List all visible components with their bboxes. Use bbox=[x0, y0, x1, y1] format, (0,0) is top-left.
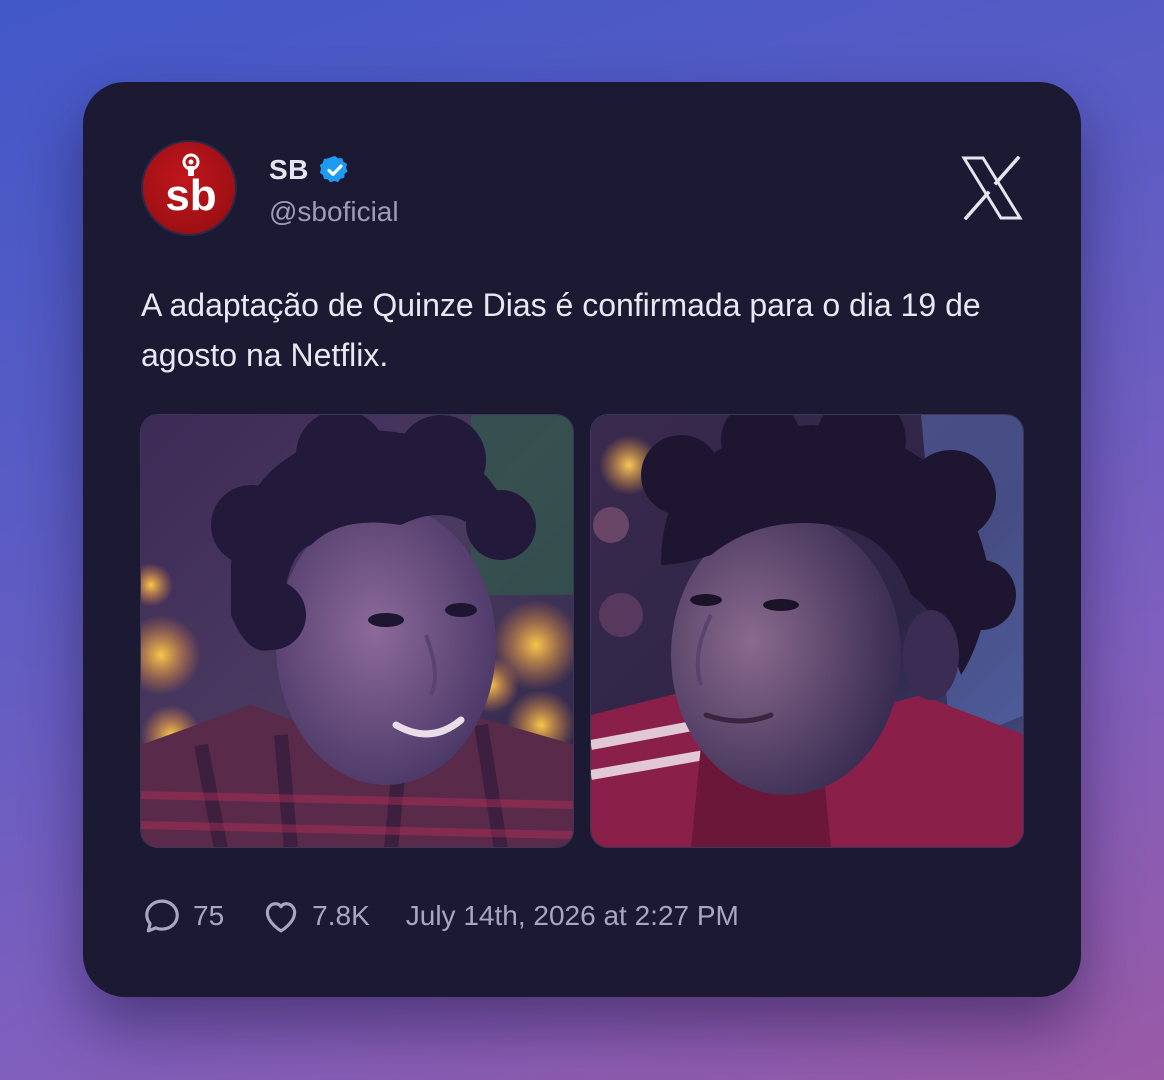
comment-icon bbox=[145, 899, 179, 933]
tweet-timestamp[interactable]: July 14th, 2026 at 2:27 PM bbox=[406, 900, 739, 932]
tweet-footer: 75 7.8K July 14th, 2026 at 2:27 PM bbox=[141, 894, 739, 938]
avatar-text: sb bbox=[165, 171, 216, 220]
sb-logo-icon: sb bbox=[165, 153, 217, 220]
reply-count: 75 bbox=[193, 900, 225, 931]
photo-icon bbox=[591, 415, 1023, 847]
x-logo-icon[interactable] bbox=[961, 156, 1023, 220]
photo-icon bbox=[141, 415, 573, 847]
tweet-photo-1[interactable] bbox=[140, 414, 574, 848]
heart-icon bbox=[265, 902, 297, 933]
account-name-row: SB bbox=[269, 154, 351, 186]
tweet-text: A adaptação de Quinze Dias é confirmada … bbox=[141, 287, 981, 373]
avatar[interactable]: sb bbox=[141, 140, 237, 236]
tweet-photo-2[interactable] bbox=[590, 414, 1024, 848]
account-handle[interactable]: @sboficial bbox=[269, 196, 399, 228]
account-name[interactable]: SB bbox=[269, 154, 309, 186]
tweet-card: sb SB @sboficial A adaptação de Quinze D… bbox=[83, 82, 1081, 997]
like-count: 7.8K bbox=[312, 900, 370, 931]
like-stat[interactable]: 7.8K bbox=[260, 895, 370, 937]
verified-badge-icon bbox=[319, 156, 348, 183]
reply-stat[interactable]: 75 bbox=[141, 895, 224, 937]
